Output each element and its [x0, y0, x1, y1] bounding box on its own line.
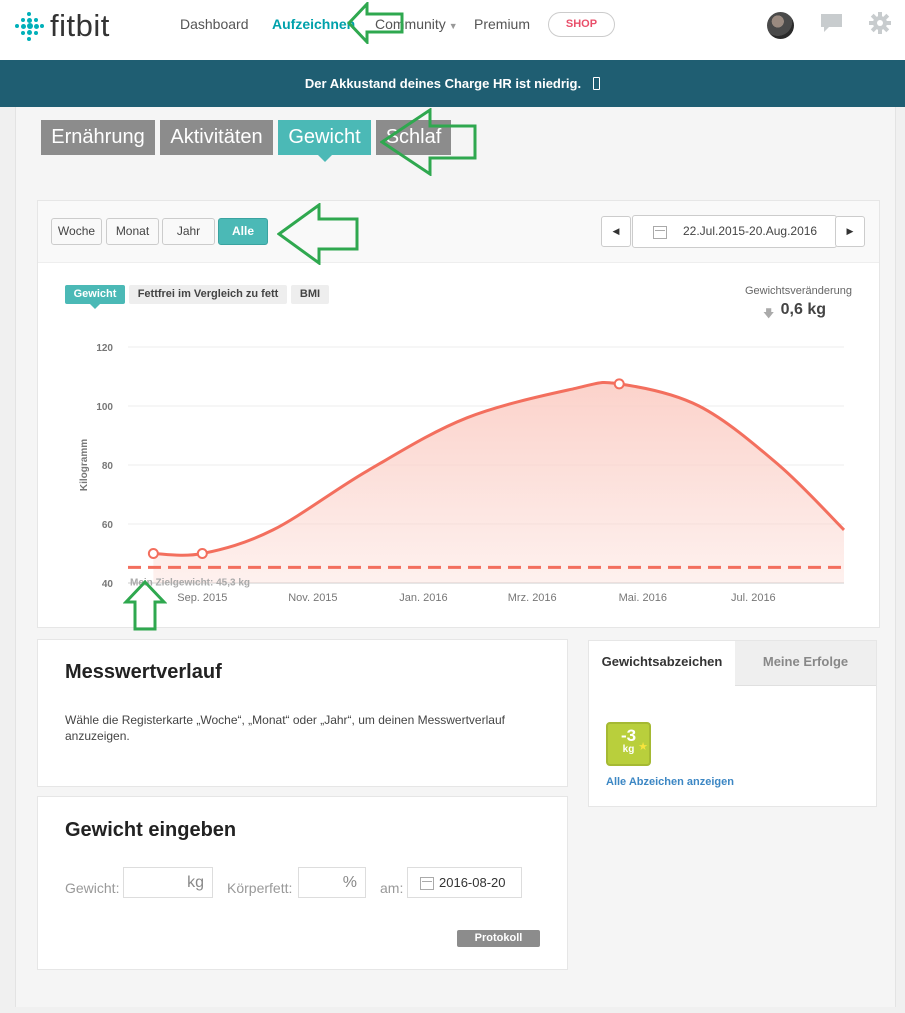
annotation-arrow-left-icon	[277, 203, 359, 265]
gear-icon[interactable]	[869, 12, 891, 34]
x-tick-label: Jan. 2016	[399, 592, 447, 604]
shop-button[interactable]: SHOP	[548, 12, 615, 37]
weight-field-label: Gewicht:	[65, 880, 120, 896]
x-tick-label: Jul. 2016	[731, 592, 776, 604]
weight-entry-title: Gewicht eingeben	[65, 819, 237, 841]
nav-premium[interactable]: Premium	[474, 16, 530, 32]
tab-aktivitaeten[interactable]: Aktivitäten	[160, 120, 273, 155]
weight-unit: kg	[187, 874, 204, 891]
x-tick-label: Mrz. 2016	[508, 592, 557, 604]
annotation-arrow-left-icon	[380, 108, 477, 176]
weight-chart-card: Woche Monat Jahr Alle ◀ 22.Jul.2015-20.A…	[37, 200, 880, 628]
tab-ernaehrung[interactable]: Ernährung	[41, 120, 155, 155]
history-card: Messwertverlauf Wähle die Registerkarte …	[37, 639, 568, 787]
x-tick-label: Sep. 2015	[177, 592, 227, 604]
date-input[interactable]: 2016-08-20	[407, 867, 522, 898]
history-text: Wähle die Registerkarte „Woche“, „Monat“…	[65, 713, 505, 743]
fitbit-logo-icon	[14, 11, 44, 41]
chevron-down-icon: ▼	[448, 21, 458, 31]
all-badges-link[interactable]: Alle Abzeichen anzeigen	[606, 776, 734, 788]
y-tick-label: 80	[102, 461, 114, 472]
annotation-arrow-left-icon	[347, 2, 404, 44]
x-tick-label: Mai. 2016	[619, 592, 667, 604]
body-fat-unit: %	[342, 874, 357, 891]
y-tick-label: 40	[102, 579, 114, 590]
tab-meine-erfolge[interactable]: Meine Erfolge	[735, 641, 876, 686]
nav-dashboard[interactable]: Dashboard	[180, 16, 249, 32]
data-point	[147, 548, 159, 559]
weight-input[interactable]: kg	[123, 867, 213, 898]
fitbit-logo[interactable]: fitbit	[14, 8, 110, 44]
chat-icon[interactable]	[820, 13, 843, 33]
tab-gewichtsabzeichen[interactable]: Gewichtsabzeichen	[589, 641, 735, 686]
date-input-value: 2016-08-20	[439, 875, 506, 890]
data-point	[196, 548, 208, 559]
y-tick-label: 100	[96, 402, 113, 413]
y-axis-label: Kilogramm	[79, 439, 90, 491]
y-tick-label: 120	[96, 343, 113, 354]
weight-badge[interactable]: -3 kg ★	[606, 722, 651, 766]
weight-area	[153, 382, 845, 583]
date-field-label: am:	[380, 880, 404, 896]
annotation-arrow-up-icon	[123, 580, 167, 631]
battery-banner: Der Akkustand deines Charge HR ist niedr…	[0, 60, 905, 107]
weight-chart: 40 60 80 100 120 Kilogramm Sep. 2015 Nov. 2015 J…	[79, 343, 846, 604]
tab-gewicht[interactable]: Gewicht	[278, 120, 371, 162]
history-title: Messwertverlauf	[65, 661, 222, 683]
body-fat-field-label: Körperfett:	[227, 880, 293, 896]
star-icon: ★	[638, 741, 648, 753]
log-weight-button[interactable]: Protokoll	[457, 930, 540, 947]
body-fat-input[interactable]: %	[298, 867, 366, 898]
banner-message: Der Akkustand deines Charge HR ist niedr…	[304, 76, 582, 91]
calendar-icon	[420, 877, 434, 890]
nav-aufzeichnen[interactable]: Aufzeichnen	[272, 16, 355, 32]
x-tick-label: Nov. 2015	[288, 592, 337, 604]
battery-icon	[593, 77, 601, 90]
brand-name: fitbit	[50, 8, 110, 43]
data-point	[613, 378, 625, 390]
top-nav: fitbit Dashboard Aufzeichnen Community ▼ …	[0, 0, 905, 60]
avatar[interactable]	[767, 12, 794, 39]
y-tick-label: 60	[102, 520, 114, 531]
